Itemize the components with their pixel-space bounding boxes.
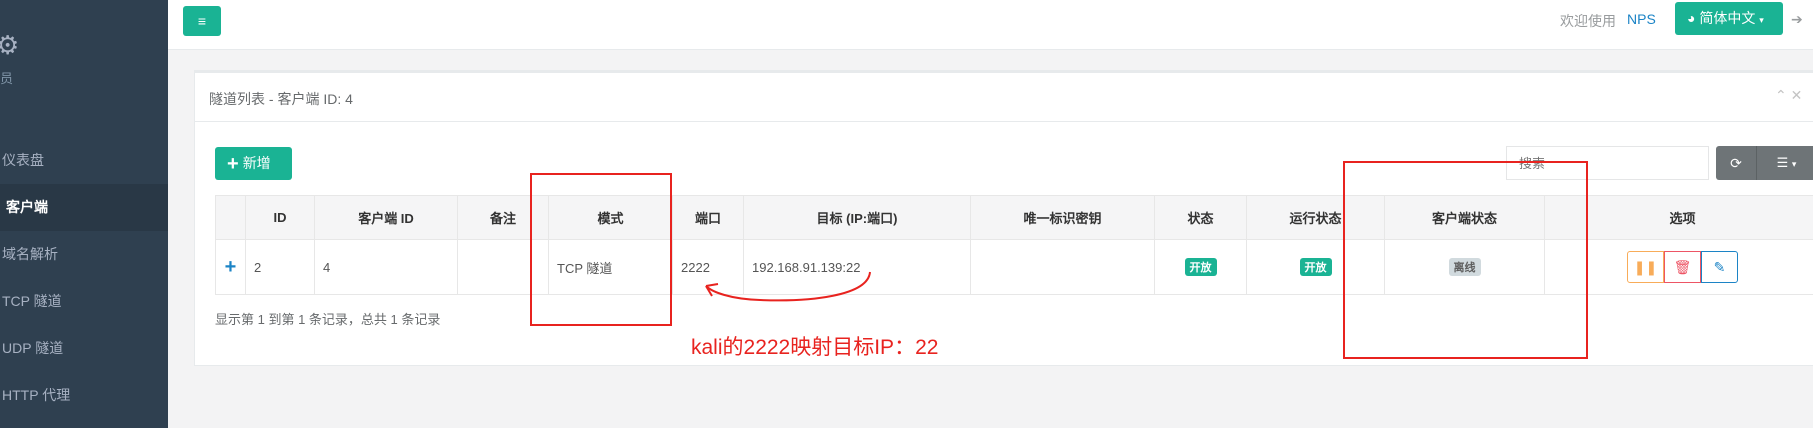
gear-icon: ⚙ — [0, 30, 20, 60]
edit-icon: ✎ — [1713, 259, 1726, 275]
pause-icon: ❚❚ — [1633, 259, 1658, 275]
panel-tools[interactable]: ⌃ ✕ — [1775, 87, 1802, 104]
cell-client-id: 4 — [314, 239, 458, 295]
run-status-badge: 开放 — [1299, 258, 1332, 276]
annotation-box-client-status — [1343, 161, 1588, 359]
welcome-text: 欢迎使用 — [1560, 13, 1616, 29]
panel-title: 隧道列表 - 客户端 ID: 4 — [209, 91, 353, 107]
top-navbar: ≡ 欢迎使用 NPS ◕ 简体中文 ▾ ➔ — [168, 0, 1813, 50]
list-icon: ☰ — [1776, 155, 1789, 170]
sidebar: ⚙ 员 仪表盘 客户端 域名解析 TCP 隧道 UDP 隧道 HTTP 代理 — [0, 0, 168, 428]
pause-button[interactable]: ❚❚ — [1627, 251, 1664, 283]
language-label: 简体中文 — [1699, 10, 1756, 26]
expand-plus-icon[interactable]: + — [225, 256, 237, 278]
col-key[interactable]: 唯一标识密钥 — [970, 195, 1155, 240]
status-badge: 开放 — [1184, 258, 1217, 276]
sidebar-item-clients[interactable]: 客户端 — [0, 184, 168, 231]
sidebar-item-http[interactable]: HTTP 代理 — [0, 372, 168, 419]
caret-down-icon: ▾ — [1759, 15, 1764, 25]
col-expand — [215, 195, 246, 240]
nps-link[interactable]: NPS — [1627, 11, 1656, 27]
add-label: 新增 — [242, 155, 271, 171]
col-target[interactable]: 目标 (IP:端口) — [743, 195, 971, 240]
globe-icon: ◕ — [1687, 10, 1696, 26]
user-role: 员 — [0, 71, 14, 86]
expand-cell[interactable]: + — [215, 239, 246, 295]
columns-toggle-button[interactable]: ☰ ▾ — [1756, 146, 1813, 180]
refresh-icon: ⟳ — [1730, 155, 1742, 171]
col-id[interactable]: ID — [245, 195, 315, 240]
sidebar-item-dashboard[interactable]: 仪表盘 — [0, 137, 168, 184]
row-actions: ❚❚ 🗑 ✎ — [1627, 251, 1738, 283]
caret-down-icon: ▾ — [1791, 159, 1797, 169]
col-client-id[interactable]: 客户端 ID — [314, 195, 458, 240]
logout-icon[interactable]: ➔ — [1791, 11, 1803, 28]
sidebar-item-tcp[interactable]: TCP 隧道 — [0, 278, 168, 325]
cell-key — [970, 239, 1155, 295]
delete-button[interactable]: 🗑 — [1664, 251, 1701, 283]
language-dropdown[interactable]: ◕ 简体中文 ▾ — [1675, 2, 1783, 35]
col-status[interactable]: 状态 — [1154, 195, 1247, 240]
pagination-info: 显示第 1 到第 1 条记录，总共 1 条记录 — [215, 312, 441, 327]
cell-status: 开放 — [1154, 239, 1247, 295]
panel-divider — [195, 121, 1813, 122]
menu-toggle-button[interactable]: ≡ — [183, 6, 221, 36]
refresh-button[interactable]: ⟳ — [1716, 146, 1756, 180]
edit-button[interactable]: ✎ — [1701, 251, 1738, 283]
annotation-box-mode — [530, 173, 672, 326]
plus-icon: + — [227, 153, 239, 175]
annotation-text: kali的2222映射目标IP：22 — [691, 336, 939, 359]
add-button[interactable]: + 新增 — [215, 147, 292, 180]
trash-icon: 🗑 — [1673, 259, 1692, 275]
col-port[interactable]: 端口 — [672, 195, 744, 240]
sidebar-item-udp[interactable]: UDP 隧道 — [0, 325, 168, 372]
cell-id: 2 — [245, 239, 315, 295]
annotation-arrow — [705, 271, 871, 302]
sidebar-item-domain[interactable]: 域名解析 — [0, 231, 168, 278]
hamburger-icon: ≡ — [197, 13, 207, 29]
